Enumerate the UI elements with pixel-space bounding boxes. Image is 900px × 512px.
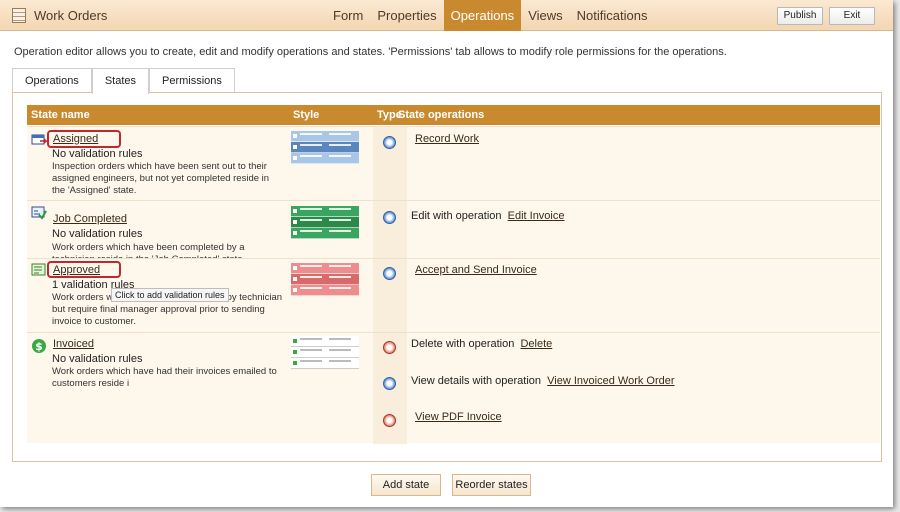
nav-operations[interactable]: Operations <box>443 0 522 31</box>
operation-accept-send-invoice[interactable]: Accept and Send Invoice <box>415 264 537 276</box>
assigned-icon <box>31 133 48 147</box>
approved-icon <box>31 263 47 277</box>
operation-prefix: View details with operation <box>411 375 542 387</box>
nav-form[interactable]: Form <box>326 0 370 31</box>
app-title: Work Orders <box>34 8 108 23</box>
operation-row: View details with operation View Invoice… <box>411 375 675 387</box>
form-icon <box>12 8 26 23</box>
header-state-name: State name <box>31 109 90 121</box>
arrow-circle-icon <box>383 136 396 149</box>
header-state-operations: State operations <box>398 109 485 121</box>
state-link-job-completed[interactable]: Job Completed <box>53 213 127 225</box>
state-link-approved[interactable]: Approved <box>53 264 100 276</box>
table-row: Assigned No validation rules Inspection … <box>27 126 880 201</box>
states-panel: State name Style Type State operations A… <box>12 92 882 462</box>
tab-bar: Operations States Permissions <box>12 68 235 94</box>
nav-notifications[interactable]: Notifications <box>570 0 655 31</box>
reorder-states-button[interactable]: Reorder states <box>452 474 531 496</box>
table-row: $ Invoiced No validation rules Work orde… <box>27 332 880 444</box>
state-description: Inspection orders which have been sent o… <box>52 161 270 196</box>
exit-button[interactable]: Exit <box>829 7 875 25</box>
operation-record-work[interactable]: Record Work <box>415 133 479 145</box>
pdf-circle-icon <box>383 414 396 427</box>
tab-permissions[interactable]: Permissions <box>149 68 235 93</box>
top-bar: Work Orders Form Properties Operations V… <box>0 0 893 31</box>
state-description: Work orders which have had their invoice… <box>52 366 277 389</box>
operation-prefix: Edit with operation <box>411 210 502 222</box>
delete-circle-icon <box>383 341 396 354</box>
validation-rules[interactable]: No validation rules <box>52 148 143 160</box>
dollar-icon: $ <box>31 338 47 353</box>
add-state-button[interactable]: Add state <box>371 474 441 496</box>
publish-button[interactable]: Publish <box>777 7 823 25</box>
page-description: Operation editor allows you to create, e… <box>14 46 727 58</box>
table-header: State name Style Type State operations <box>27 105 880 125</box>
view-circle-icon <box>383 377 396 390</box>
tab-states[interactable]: States <box>91 68 149 94</box>
nav-views[interactable]: Views <box>521 0 569 31</box>
validation-rules[interactable]: No validation rules <box>52 228 143 240</box>
style-preview[interactable] <box>291 131 359 164</box>
main-nav: Form Properties Operations Views Notific… <box>326 0 654 31</box>
job-completed-icon <box>31 206 47 220</box>
editor-window: Work Orders Form Properties Operations V… <box>0 0 893 507</box>
state-link-assigned[interactable]: Assigned <box>53 133 98 145</box>
arrow-circle-icon <box>383 267 396 280</box>
operation-prefix: Delete with operation <box>411 338 515 350</box>
table-row: Job Completed No validation rules Work o… <box>27 200 880 265</box>
operation-view-pdf-invoice[interactable]: View PDF Invoice <box>415 411 502 423</box>
style-preview[interactable] <box>291 336 359 369</box>
edit-circle-icon <box>383 211 396 224</box>
validation-rules[interactable]: No validation rules <box>52 353 143 365</box>
type-cell <box>373 201 407 259</box>
style-preview[interactable] <box>291 206 359 239</box>
header-style: Style <box>293 109 320 121</box>
nav-properties[interactable]: Properties <box>370 0 443 31</box>
svg-text:$: $ <box>35 340 43 353</box>
operation-row: Delete with operation Delete <box>411 338 552 350</box>
state-link-invoiced[interactable]: Invoiced <box>53 338 94 350</box>
style-preview[interactable] <box>291 263 359 296</box>
operation-delete[interactable]: Delete <box>520 338 552 350</box>
operation-row: Edit with operation Edit Invoice <box>411 210 565 222</box>
validation-tooltip: Click to add validation rules <box>111 288 229 302</box>
operation-view-invoiced-work-order[interactable]: View Invoiced Work Order <box>547 375 674 387</box>
tab-operations[interactable]: Operations <box>12 68 92 93</box>
operation-edit-invoice[interactable]: Edit Invoice <box>508 210 565 222</box>
